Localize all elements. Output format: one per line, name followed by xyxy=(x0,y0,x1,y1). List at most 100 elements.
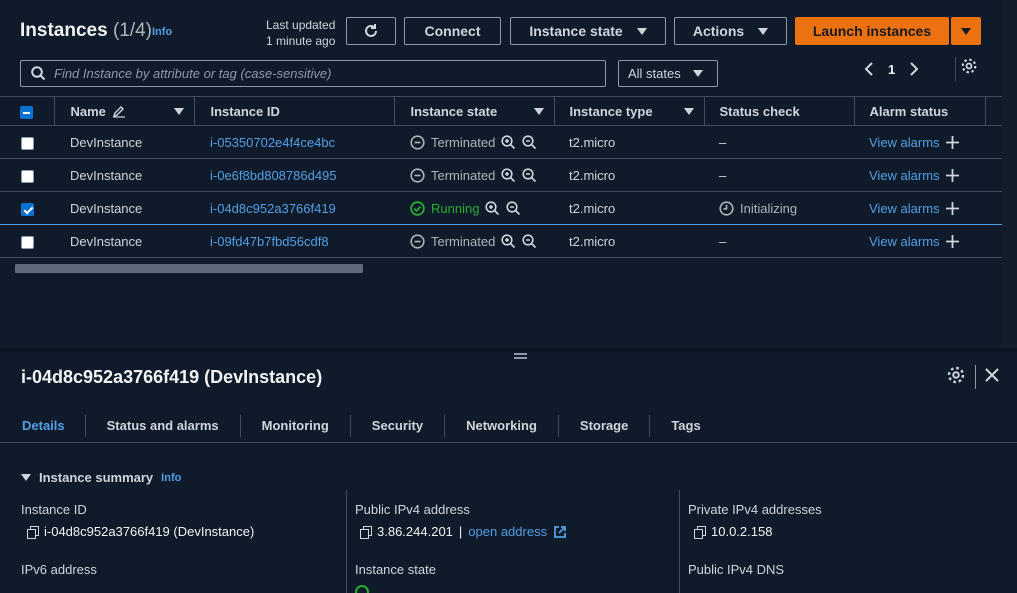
col-instance-type[interactable]: Instance type xyxy=(554,96,705,126)
gear-icon xyxy=(947,366,965,384)
col-name[interactable]: Name xyxy=(54,96,195,126)
plus-icon[interactable] xyxy=(945,201,959,215)
instances-panel: Instances (1/4) Info Last updated 1 minu… xyxy=(0,0,1002,348)
view-alarms-link[interactable]: View alarms xyxy=(869,234,940,249)
col-instance-id[interactable]: Instance ID xyxy=(194,96,395,126)
zoom-in-icon[interactable] xyxy=(501,134,516,150)
search-input[interactable] xyxy=(54,66,594,81)
refresh-button[interactable] xyxy=(346,17,396,45)
instance-state-text: Terminated xyxy=(431,233,496,249)
detail-title: i-04d8c952a3766f419 (DevInstance) xyxy=(21,367,323,387)
instance-summary-header[interactable]: Instance summary Info xyxy=(21,470,181,485)
zoom-out-icon[interactable] xyxy=(506,200,521,216)
tab-networking[interactable]: Networking xyxy=(445,415,559,437)
info-link[interactable]: Info xyxy=(161,472,181,484)
tab-monitoring[interactable]: Monitoring xyxy=(241,415,351,437)
resize-handle[interactable] xyxy=(514,353,527,359)
instance-id-link[interactable]: i-0e6f8bd808786d495 xyxy=(210,168,337,183)
instance-id-link[interactable]: i-05350702e4f4ce4bc xyxy=(210,135,335,150)
close-button[interactable] xyxy=(983,366,1001,389)
table-row[interactable]: DevInstance i-05350702e4f4ce4bc Terminat… xyxy=(0,125,1002,159)
search-box[interactable] xyxy=(20,60,606,87)
actions-button[interactable]: Actions xyxy=(674,17,787,45)
copy-icon[interactable] xyxy=(360,525,372,539)
copy-icon[interactable] xyxy=(27,525,39,539)
tab-storage[interactable]: Storage xyxy=(559,415,651,437)
tab-details[interactable]: Details xyxy=(0,415,86,437)
row-checkbox[interactable] xyxy=(21,136,34,150)
instances-table: Name Instance ID Instance state Instance… xyxy=(0,96,1002,258)
open-address-link[interactable]: open address xyxy=(468,524,547,539)
private-ipv4-value: 10.0.2.158 xyxy=(694,524,772,539)
horizontal-scrollbar[interactable] xyxy=(4,263,998,273)
instance-name: DevInstance xyxy=(54,224,194,258)
public-dns-label: Public IPv4 DNS xyxy=(688,562,785,577)
caret-down-icon xyxy=(758,27,769,35)
state-filter-select[interactable]: All states xyxy=(618,60,718,87)
launch-instances-button[interactable]: Launch instances xyxy=(795,17,949,45)
external-link-icon xyxy=(554,525,566,538)
scrollbar-thumb[interactable] xyxy=(15,264,363,273)
info-link[interactable]: Info xyxy=(152,26,172,38)
vertical-scrollbar[interactable] xyxy=(1002,0,1017,348)
clock-icon xyxy=(719,200,734,216)
sort-caret-icon xyxy=(533,107,544,115)
page-number[interactable]: 1 xyxy=(888,62,895,77)
stopped-icon xyxy=(410,167,425,183)
selection-count: (1/4) xyxy=(112,20,153,41)
detail-preferences-button[interactable] xyxy=(946,365,966,390)
row-checkbox[interactable] xyxy=(21,202,34,216)
table-header: Name Instance ID Instance state Instance… xyxy=(0,96,1002,126)
select-all-checkbox[interactable] xyxy=(20,105,33,119)
caret-down-icon xyxy=(692,70,703,77)
view-alarms-link[interactable]: View alarms xyxy=(869,135,940,150)
zoom-in-icon[interactable] xyxy=(485,200,500,216)
plus-icon[interactable] xyxy=(945,135,959,149)
page-title: Instances (1/4) xyxy=(20,20,153,41)
running-status-icon xyxy=(355,585,369,593)
instance-type: t2.micro xyxy=(554,191,704,225)
instance-name: DevInstance xyxy=(54,191,194,225)
instance-type: t2.micro xyxy=(554,125,704,159)
last-updated: Last updated 1 minute ago xyxy=(266,18,336,48)
view-alarms-link[interactable]: View alarms xyxy=(869,201,940,216)
table-row[interactable]: DevInstance i-09fd47b7fbd56cdf8 Terminat… xyxy=(0,224,1002,258)
status-check: – xyxy=(704,224,854,258)
preferences-button[interactable] xyxy=(955,57,979,81)
pagination: 1 xyxy=(864,58,919,80)
instance-state-button[interactable]: Instance state xyxy=(510,17,666,45)
sort-caret-icon xyxy=(173,107,184,115)
instance-id-link[interactable]: i-09fd47b7fbd56cdf8 xyxy=(210,234,329,249)
zoom-out-icon[interactable] xyxy=(522,167,537,183)
stopped-icon xyxy=(410,134,425,150)
tab-status-and-alarms[interactable]: Status and alarms xyxy=(86,415,241,437)
split-divider xyxy=(0,348,1017,352)
zoom-out-icon[interactable] xyxy=(522,233,537,249)
gear-icon xyxy=(961,58,977,74)
launch-dropdown-button[interactable] xyxy=(951,17,981,45)
zoom-in-icon[interactable] xyxy=(501,233,516,249)
chevron-right-icon[interactable] xyxy=(909,61,919,77)
view-alarms-link[interactable]: View alarms xyxy=(869,168,940,183)
private-ipv4-label: Private IPv4 addresses xyxy=(688,502,822,517)
plus-icon[interactable] xyxy=(945,168,959,182)
instance-state-text: Running xyxy=(431,200,480,216)
refresh-icon xyxy=(365,24,377,37)
tab-tags[interactable]: Tags xyxy=(650,415,721,437)
row-checkbox[interactable] xyxy=(21,169,34,183)
col-instance-state[interactable]: Instance state xyxy=(394,96,555,126)
tab-security[interactable]: Security xyxy=(351,415,446,437)
plus-icon[interactable] xyxy=(945,234,959,248)
chevron-left-icon[interactable] xyxy=(864,61,874,77)
col-status-check[interactable]: Status check xyxy=(704,96,855,126)
instance-name: DevInstance xyxy=(54,158,194,192)
zoom-out-icon[interactable] xyxy=(522,134,537,150)
connect-button[interactable]: Connect xyxy=(404,17,501,45)
table-row[interactable]: DevInstance i-0e6f8bd808786d495 Terminat… xyxy=(0,158,1002,192)
copy-icon[interactable] xyxy=(694,525,706,539)
zoom-in-icon[interactable] xyxy=(501,167,516,183)
col-alarm-status[interactable]: Alarm status xyxy=(854,96,986,126)
table-row-selected[interactable]: DevInstance i-04d8c952a3766f419 Running … xyxy=(0,191,1002,225)
instance-id-link[interactable]: i-04d8c952a3766f419 xyxy=(210,201,336,216)
row-checkbox[interactable] xyxy=(21,235,34,249)
